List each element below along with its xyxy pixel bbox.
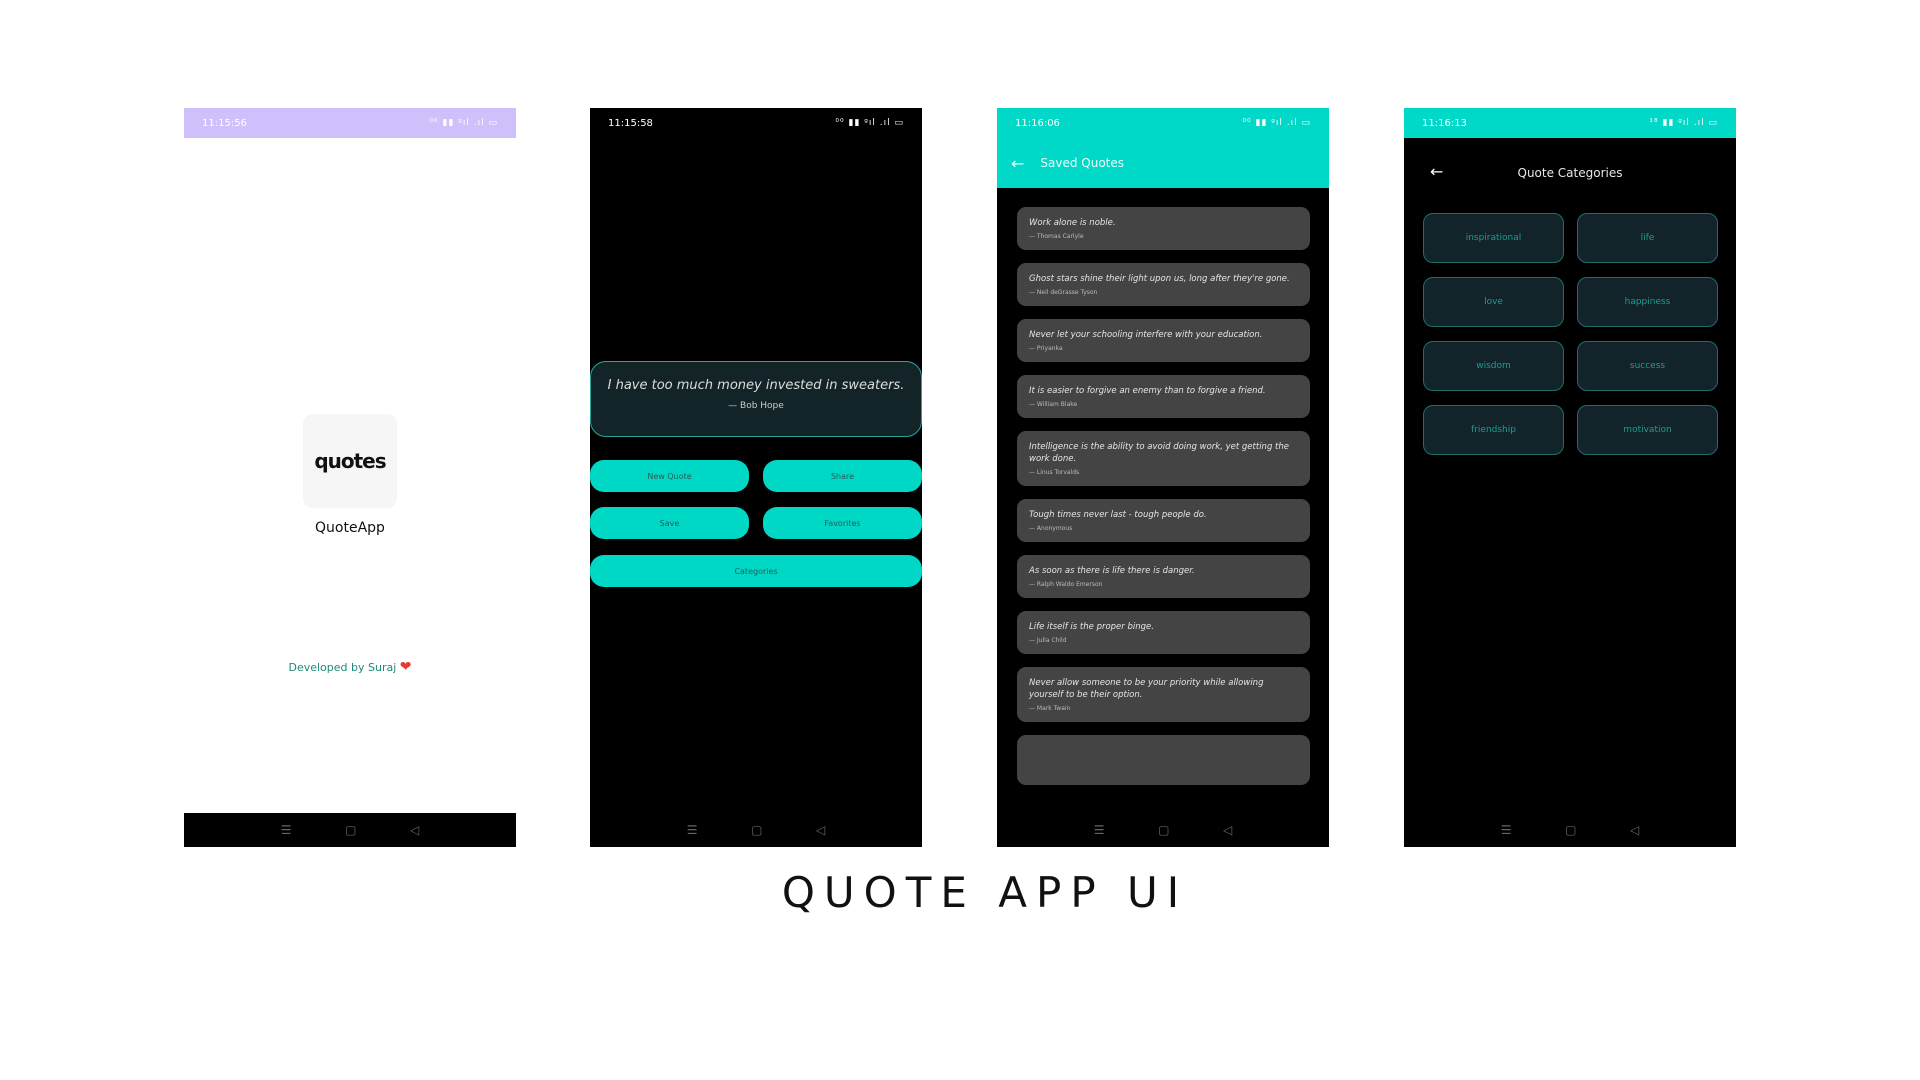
favorites-button[interactable]: Favorites <box>763 507 922 539</box>
menu-icon[interactable]: ☰ <box>281 823 292 837</box>
category-success[interactable]: success <box>1577 341 1718 391</box>
quote-author: — Bob Hope <box>728 401 784 411</box>
home-icon[interactable]: ▢ <box>345 823 356 837</box>
saved-quote-card[interactable]: Never let your schooling interfere with … <box>1017 319 1310 362</box>
quote-card: I have too much money invested in sweate… <box>590 361 922 437</box>
saved-quote-card[interactable]: It is easier to forgive an enemy than to… <box>1017 375 1310 418</box>
app-name: QuoteApp <box>315 520 385 536</box>
saved-quote-card[interactable]: Work alone is noble. — Thomas Carlyle <box>1017 207 1310 250</box>
back-icon[interactable]: ◁ <box>410 823 419 837</box>
app-logo: quotes <box>303 414 397 508</box>
heart-icon: ❤ <box>399 659 412 675</box>
main-screen: 11:15:58 ⁰⁰ ▮▮ ᵍıl .ıl ▭ I have too much … <box>590 108 922 847</box>
saved-quote-text: As soon as there is life there is danger… <box>1029 566 1195 576</box>
screen-title: Quote Categories <box>1517 166 1623 180</box>
saved-quote-author: — Julia Child <box>1029 637 1067 644</box>
saved-quote-text: Life itself is the proper binge. <box>1029 622 1154 632</box>
system-nav-bar: ☰ ▢ ◁ <box>1404 813 1736 847</box>
saved-quote-text: Never let your schooling interfere with … <box>1029 330 1263 340</box>
status-bar: 11:16:13 ¹⁸ ▮▮ ᵍıl .ıl ▭ <box>1404 108 1736 138</box>
saved-quote-card[interactable]: Tough times never last - tough people do… <box>1017 499 1310 542</box>
category-life[interactable]: life <box>1577 213 1718 263</box>
back-arrow-icon[interactable]: ← <box>1011 154 1024 173</box>
saved-quote-card[interactable] <box>1017 735 1310 785</box>
status-time: 11:15:56 <box>202 117 247 129</box>
home-icon[interactable]: ▢ <box>1158 823 1169 837</box>
new-quote-button[interactable]: New Quote <box>590 460 749 492</box>
category-friendship[interactable]: friendship <box>1423 405 1564 455</box>
quote-text: I have too much money invested in sweate… <box>607 378 905 393</box>
saved-quote-card[interactable]: Intelligence is the ability to avoid doi… <box>1017 431 1310 486</box>
screen-title: Saved Quotes <box>1040 156 1125 170</box>
saved-quote-text: Ghost stars shine their light upon us, l… <box>1029 274 1290 284</box>
developer-text: Developed by Suraj <box>288 661 397 674</box>
status-time: 11:15:58 <box>608 117 653 129</box>
system-nav-bar: ☰ ▢ ◁ <box>184 813 516 847</box>
saved-quote-card[interactable]: Ghost stars shine their light upon us, l… <box>1017 263 1310 306</box>
category-love[interactable]: love <box>1423 277 1564 327</box>
share-button[interactable]: Share <box>763 460 922 492</box>
status-icons: ⁰⁰ ▮▮ ᵍıl .ıl ▭ <box>429 118 498 128</box>
saved-quote-text: Intelligence is the ability to avoid doi… <box>1029 442 1289 464</box>
saved-quote-author: — Linus Torvalds <box>1029 469 1080 476</box>
saved-quote-card[interactable]: As soon as there is life there is danger… <box>1017 555 1310 598</box>
saved-quote-card[interactable]: Life itself is the proper binge. — Julia … <box>1017 611 1310 654</box>
status-time: 11:16:06 <box>1015 117 1060 129</box>
status-bar: 11:16:06 ⁰⁰ ▮▮ ᵍıl .ıl ▭ <box>997 108 1329 138</box>
caption-title: QUOTE APP UI <box>781 868 1189 917</box>
categories-button[interactable]: Categories <box>590 555 922 587</box>
saved-quotes-list[interactable]: Work alone is noble. — Thomas Carlyle Ghos… <box>1017 207 1310 813</box>
system-nav-bar: ☰ ▢ ◁ <box>997 813 1329 847</box>
home-icon[interactable]: ▢ <box>751 823 762 837</box>
menu-icon[interactable]: ☰ <box>1094 823 1105 837</box>
category-happiness[interactable]: happiness <box>1577 277 1718 327</box>
category-wisdom[interactable]: wisdom <box>1423 341 1564 391</box>
categories-screen: 11:16:13 ¹⁸ ▮▮ ᵍıl .ıl ▭ ← Quote Categori… <box>1404 108 1736 847</box>
saved-quote-author: — Mark Twain <box>1029 705 1071 712</box>
splash-screen: 11:15:56 ⁰⁰ ▮▮ ᵍıl .ıl ▭ quotes QuoteApp … <box>184 108 516 847</box>
saved-quote-card[interactable]: Never allow someone to be your priority … <box>1017 667 1310 722</box>
category-motivation[interactable]: motivation <box>1577 405 1718 455</box>
back-icon[interactable]: ◁ <box>1223 823 1232 837</box>
saved-quote-author: — Priyanka <box>1029 345 1063 352</box>
saved-quote-author: — William Blake <box>1029 401 1078 408</box>
status-time: 11:16:13 <box>1422 117 1467 129</box>
saved-quote-text: Work alone is noble. <box>1029 218 1116 228</box>
menu-icon[interactable]: ☰ <box>1501 823 1512 837</box>
saved-quote-text: Never allow someone to be your priority … <box>1029 678 1264 700</box>
app-bar: ← Saved Quotes <box>997 138 1329 188</box>
saved-quote-author: — Anonymous <box>1029 525 1073 532</box>
back-icon[interactable]: ◁ <box>1630 823 1639 837</box>
saved-quote-text: It is easier to forgive an enemy than to… <box>1029 386 1266 396</box>
save-button[interactable]: Save <box>590 507 749 539</box>
saved-quote-author: — Ralph Waldo Emerson <box>1029 581 1103 588</box>
status-bar: 11:15:56 ⁰⁰ ▮▮ ᵍıl .ıl ▭ <box>184 108 516 138</box>
status-bar: 11:15:58 ⁰⁰ ▮▮ ᵍıl .ıl ▭ <box>590 108 922 138</box>
saved-quote-author: — Thomas Carlyle <box>1029 233 1084 240</box>
saved-quote-text: Tough times never last - tough people do… <box>1029 510 1207 520</box>
system-nav-bar: ☰ ▢ ◁ <box>590 813 922 847</box>
category-inspirational[interactable]: inspirational <box>1423 213 1564 263</box>
home-icon[interactable]: ▢ <box>1565 823 1576 837</box>
status-icons: ⁰⁰ ▮▮ ᵍıl .ıl ▭ <box>1242 118 1311 128</box>
saved-quote-author: — Neil deGrasse Tyson <box>1029 289 1098 296</box>
developer-credit: Developed by Suraj ❤ <box>184 659 516 675</box>
status-icons: ⁰⁰ ▮▮ ᵍıl .ıl ▭ <box>835 118 904 128</box>
saved-quotes-screen: 11:16:06 ⁰⁰ ▮▮ ᵍıl .ıl ▭ ← Saved Quotes Wo… <box>997 108 1329 847</box>
menu-icon[interactable]: ☰ <box>687 823 698 837</box>
status-icons: ¹⁸ ▮▮ ᵍıl .ıl ▭ <box>1649 118 1718 128</box>
back-icon[interactable]: ◁ <box>816 823 825 837</box>
